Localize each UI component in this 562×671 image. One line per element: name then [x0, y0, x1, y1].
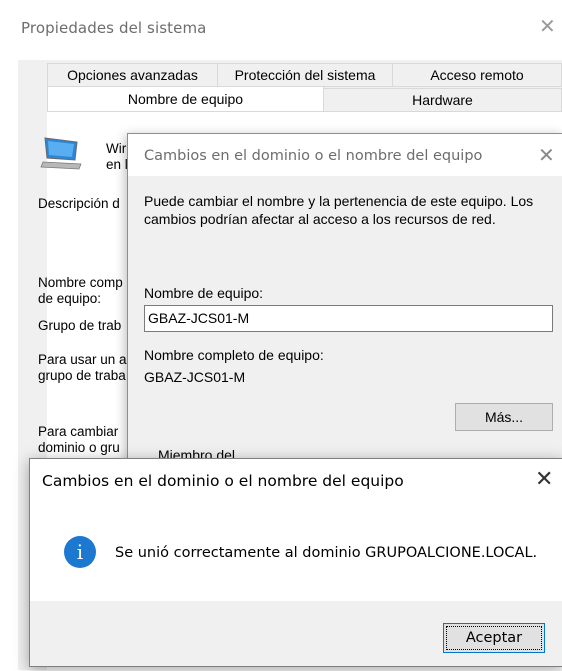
- win-text-line1: Wir: [106, 141, 127, 156]
- close-icon[interactable]: ✕: [539, 14, 556, 38]
- close-icon[interactable]: ✕: [538, 143, 555, 167]
- full-computer-name-label: Nombre completo de equipo:: [144, 347, 324, 363]
- full-name-label-line2: de equipo:: [38, 291, 102, 306]
- success-message-text: Se unió correctamente al dominio GRUPOAL…: [115, 545, 538, 561]
- tab-hardware[interactable]: Hardware: [323, 88, 562, 112]
- message-title: Cambios en el dominio o el nombre del eq…: [42, 472, 404, 490]
- para-usar-line1: Para usar un a: [38, 352, 127, 367]
- tab-nombre-de-equipo[interactable]: Nombre de equipo: [47, 86, 324, 112]
- accept-button[interactable]: Aceptar: [443, 623, 545, 653]
- full-computer-name-value: GBAZ-JCS01-M: [144, 369, 246, 385]
- dialog-titlebar: Cambios en el dominio o el nombre del eq…: [128, 134, 562, 176]
- para-cambiar-line1: Para cambiar: [38, 424, 119, 439]
- more-button[interactable]: Más...: [455, 403, 553, 431]
- computer-icon: [37, 136, 85, 175]
- dialog-description: Puede cambiar el nombre y la pertenencia…: [144, 193, 534, 227]
- computer-name-label: Nombre de equipo:: [144, 285, 264, 301]
- success-message-dialog: Cambios en el dominio o el nombre del eq…: [29, 458, 562, 667]
- tab-opciones-avanzadas[interactable]: Opciones avanzadas: [47, 63, 218, 87]
- tab-proteccion-sistema[interactable]: Protección del sistema: [217, 63, 393, 87]
- window-title: Propiedades del sistema: [21, 19, 207, 37]
- para-cambiar-line2: dominio o gru: [38, 440, 120, 455]
- workgroup-label: Grupo de trab: [38, 318, 122, 333]
- dialog-title: Cambios en el dominio o el nombre del eq…: [144, 148, 483, 164]
- tab-acceso-remoto[interactable]: Acceso remoto: [392, 63, 562, 87]
- domain-change-dialog: Cambios en el dominio o el nombre del eq…: [127, 133, 562, 465]
- para-usar-line2: grupo de traba: [38, 368, 126, 383]
- computer-name-input[interactable]: GBAZ-JCS01-M: [144, 305, 553, 332]
- win-text-line2: en l: [106, 157, 128, 172]
- accept-button-label: Aceptar: [446, 626, 542, 650]
- full-name-label-line1: Nombre comp: [38, 275, 123, 290]
- info-icon: i: [64, 536, 96, 568]
- close-icon[interactable]: ✕: [535, 467, 553, 492]
- description-label: Descripción d: [38, 196, 120, 211]
